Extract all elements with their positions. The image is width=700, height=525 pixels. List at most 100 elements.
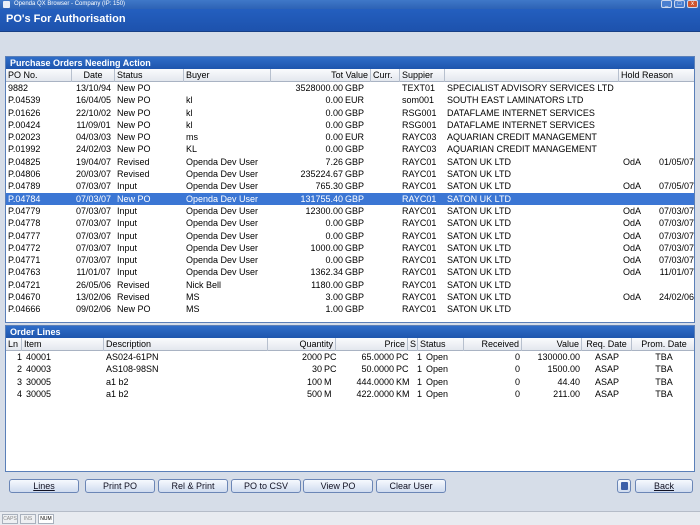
po-cell-tot-value: 1.00 [325,304,343,315]
clear-user-label: Clear User [389,481,433,491]
line-cell-s: 1 [416,352,422,362]
po-to-csv-button[interactable]: PO to CSV [231,479,301,493]
po-cell-date: 04/03/03 [75,132,112,143]
po-row[interactable]: P.01626 22/10/02 New PO kl 0.00 GBP RSG001 DATA… [6,107,694,119]
po-row[interactable]: P.02023 04/03/03 New PO ms 0.00 EUR RAYC03 AQUA… [6,131,694,143]
document-icon[interactable] [617,479,631,493]
po-row[interactable]: P.04539 16/04/05 New PO kl 0.00 EUR som001 SOUT… [6,94,694,106]
line-cell-item: 40001 [26,352,52,362]
rel-print-button[interactable]: Rel & Print [158,479,228,493]
col-hold-reason[interactable]: Hold Reason [619,69,694,82]
po-cell-hold-date: 11/01/07 [659,267,694,278]
col-description[interactable]: Description [104,338,268,351]
po-cell-buyer: Nick Bell [186,279,222,290]
po-row[interactable]: P.04771 07/03/07 Input Openda Dev User 0.00 G… [6,254,694,266]
po-row[interactable]: P.04825 19/04/07 Revised Openda Dev User 7.2… [6,156,694,168]
close-button[interactable]: x [687,0,698,8]
col-ln[interactable]: Ln [6,338,22,351]
col-prom-date[interactable]: Prom. Date [632,338,694,351]
po-cell-date: 22/10/02 [75,107,112,118]
clear-user-button[interactable]: Clear User [376,479,446,493]
po-cell-date: 19/04/07 [75,156,112,167]
po-row[interactable]: P.04779 07/03/07 Input Openda Dev User 12300… [6,205,694,217]
po-table-body: 9882 13/10/94 New PO 3528000.00 GBP TEXT01 SPE… [6,82,694,316]
print-po-button[interactable]: Print PO [85,479,155,493]
po-cell-curr: GBP [345,267,365,278]
po-cell-tot-value: 0.00 [325,107,343,118]
po-cell-status: New PO [117,83,151,93]
back-button[interactable]: Back [635,479,693,493]
col-s[interactable]: S [408,338,418,351]
col-date[interactable]: Date [72,69,115,82]
order-line-row[interactable]: 3 30005 a1 b2 100 M 444.0000 KM 1 Open 0 44.40 ASAP… [6,376,694,388]
po-cell-date: 07/03/07 [75,181,112,192]
line-cell-value: 1500.00 [547,364,580,375]
po-row[interactable]: P.04721 26/05/06 Revised Nick Bell 1180.00 GB… [6,279,694,291]
po-row[interactable]: P.04784 07/03/07 New PO Openda Dev User 1317… [6,192,694,205]
line-cell-quantity: 2000 [301,352,322,362]
col-supplier-name[interactable] [445,69,619,82]
line-cell-quantity: 100 [306,376,322,387]
order-line-row[interactable]: 2 40003 AS108-98SN 30 PC 50.0000 PC 1 Open 0 1500.… [6,363,694,375]
po-cell-curr: GBP [345,169,365,180]
po-row[interactable]: 9882 13/10/94 New PO 3528000.00 GBP TEXT01 SPE… [6,82,694,94]
caps-indicator: CAPS [2,514,18,524]
po-cell-status: Input [117,218,138,229]
order-line-row[interactable]: 4 30005 a1 b2 500 M 422.0000 KM 1 Open 0 211.00 ASA… [6,388,694,400]
line-cell-ln: 2 [16,364,22,375]
po-cell-supplier-name: SATON UK LTD [447,205,512,216]
col-received[interactable]: Received [464,338,522,351]
po-cell-date: 11/01/07 [76,267,111,278]
po-row[interactable]: P.04763 11/01/07 Input Openda Dev User 1362.… [6,266,694,278]
po-row[interactable]: P.04778 07/03/07 Input Openda Dev User 0.00 G… [6,217,694,229]
col-item[interactable]: Item [22,338,104,351]
po-cell-tot-value: 0.00 [325,95,343,106]
po-row[interactable]: P.04777 07/03/07 Input Openda Dev User 0.00 G… [6,230,694,242]
order-line-row[interactable]: 1 40001 AS024-61PN 2000 PC 65.0000 PC 1 Open 0 130… [6,351,694,363]
view-po-label: View PO [320,481,356,491]
po-cell-date: 07/03/07 [75,255,112,266]
minimize-button[interactable]: _ [661,0,672,8]
po-cell-tot-value: 1000.00 [310,242,343,253]
lines-button[interactable]: Lines [9,479,79,493]
po-cell-status: New PO [117,304,151,315]
po-cell-buyer: Openda Dev User [186,205,259,216]
po-row[interactable]: P.04666 09/02/06 New PO MS 1.00 GBP RAYC01 SATO… [6,303,694,315]
line-cell-received: 0 [514,376,520,387]
po-row[interactable]: P.04789 07/03/07 Input Openda Dev User 765.3… [6,180,694,192]
col-tot-value[interactable]: Tot Value [271,69,371,82]
po-row[interactable]: P.04772 07/03/07 Input Openda Dev User 1000.… [6,242,694,254]
col-status-line[interactable]: Status [418,338,464,351]
col-buyer[interactable]: Buyer [184,69,271,82]
maximize-button[interactable]: □ [674,0,685,8]
col-curr[interactable]: Curr. [371,69,400,82]
po-cell-supplier-name: SOUTH EAST LAMINATORS LTD [447,95,584,106]
po-cell-buyer: Openda Dev User [186,169,259,180]
po-cell-supplier-code: RAYC01 [402,156,437,167]
line-cell-price: 444.0000 [356,376,394,387]
po-cell-supplier-code: RAYC01 [402,267,437,278]
po-cell-status: Input [117,230,138,241]
po-row[interactable]: P.04670 13/02/06 Revised MS 3.00 GBP RAYC01 SAT… [6,291,694,303]
po-cell-date: 07/03/07 [75,205,112,216]
po-cell-supplier-name: SATON UK LTD [447,181,512,192]
line-cell-req-date: ASAP [594,352,619,362]
col-value[interactable]: Value [522,338,582,351]
line-cell-value: 44.40 [557,376,580,387]
col-quantity[interactable]: Quantity [268,338,336,351]
col-supplier[interactable]: Suppier [400,69,445,82]
po-cell-supplier-code: RAYC01 [402,169,437,180]
po-row[interactable]: P.00424 11/09/01 New PO kl 0.00 GBP RSG001 DATA… [6,119,694,131]
po-cell-po-no: P.00424 [8,119,41,130]
view-po-button[interactable]: View PO [303,479,373,493]
po-cell-hold-code: OdA [623,230,642,241]
po-row[interactable]: P.04806 20/03/07 Revised Openda Dev User 235… [6,168,694,180]
col-po-no[interactable]: PO No. [6,69,72,82]
col-status[interactable]: Status [115,69,184,82]
po-cell-supplier-code: RAYC03 [402,144,437,155]
rel-print-label: Rel & Print [171,481,215,491]
po-row[interactable]: P.01992 24/02/03 New PO KL 0.00 GBP RAYC03 AQUA… [6,143,694,155]
col-price[interactable]: Price [336,338,408,351]
line-cell-description: a1 b2 [106,388,129,399]
col-req-date[interactable]: Req. Date [582,338,632,351]
